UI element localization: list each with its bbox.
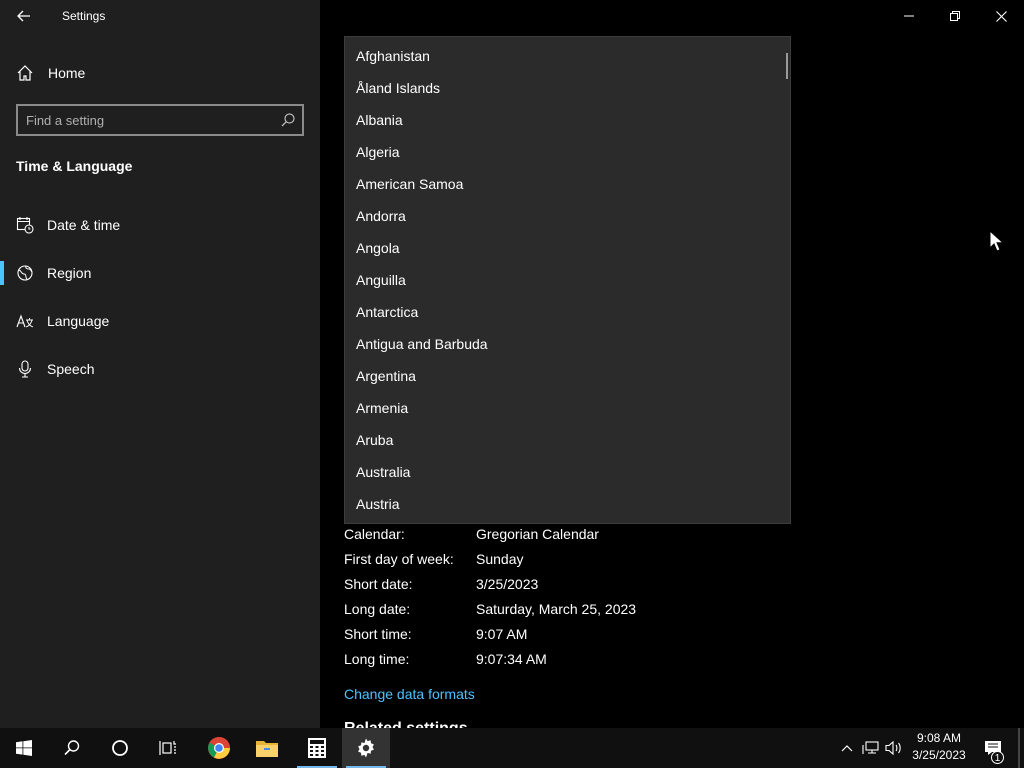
format-value-calendar: Gregorian Calendar (476, 526, 599, 542)
section-title: Time & Language (16, 158, 133, 174)
dropdown-scrollbar-thumb[interactable] (786, 53, 788, 79)
chevron-up-icon (841, 745, 853, 752)
cortana-circle-icon (112, 740, 128, 756)
format-value-short-time: 9:07 AM (476, 626, 528, 642)
format-label-first-day: First day of week: (344, 551, 454, 567)
microphone-icon (18, 360, 32, 378)
sidebar-item-label: Language (47, 313, 110, 329)
sidebar-item-speech[interactable]: Speech (0, 353, 320, 385)
clock-time: 9:08 AM (916, 731, 962, 745)
dropdown-option[interactable]: Antigua and Barbuda (356, 336, 488, 352)
change-data-formats-link[interactable]: Change data formats (344, 686, 475, 702)
folder-icon (256, 741, 278, 757)
dropdown-option[interactable]: Albania (356, 112, 403, 128)
format-value-short-date: 3/25/2023 (476, 576, 539, 592)
minimize-button[interactable] (886, 0, 932, 32)
dropdown-option[interactable]: Åland Islands (356, 80, 440, 96)
format-value-first-day: Sunday (476, 551, 524, 567)
search-input[interactable] (26, 110, 266, 130)
country-dropdown-list[interactable]: Afghanistan Åland Islands Albania Algeri… (344, 36, 791, 524)
sidebar-item-region[interactable]: Region (0, 257, 320, 289)
sidebar-item-label: Region (47, 265, 92, 281)
format-label-short-date: Short date: (344, 576, 413, 592)
close-icon (995, 10, 1007, 22)
dropdown-option[interactable]: Argentina (356, 368, 416, 384)
format-value-long-time: 9:07:34 AM (476, 651, 547, 667)
dropdown-option[interactable]: Australia (356, 464, 410, 480)
search-box[interactable] (16, 104, 304, 136)
show-hidden-icons-button[interactable] (836, 728, 858, 768)
calendar-clock-icon (16, 217, 34, 234)
app-title: Settings (62, 9, 106, 23)
selection-indicator (0, 261, 4, 285)
notification-count-badge: 1 (991, 751, 1004, 764)
taskbar-search-button[interactable] (48, 728, 96, 768)
cortana-button[interactable] (96, 728, 144, 768)
dropdown-option[interactable]: Antarctica (356, 304, 418, 320)
network-icon (862, 741, 879, 754)
sidebar-item-label: Speech (47, 361, 95, 377)
format-label-long-date: Long date: (344, 601, 411, 617)
search-icon[interactable] (280, 112, 296, 128)
taskbar-clock[interactable]: 9:08 AM 3/25/2023 (904, 730, 974, 764)
dropdown-option[interactable]: Anguilla (356, 272, 406, 288)
format-label-long-time: Long time: (344, 651, 410, 667)
taskbar: 9:08 AM 3/25/2023 (0, 728, 1024, 768)
windows-logo-icon (16, 740, 32, 756)
sidebar: Settings Home Time & Language Date & tim… (0, 0, 320, 728)
task-view-button[interactable] (144, 728, 192, 768)
home-icon (17, 65, 33, 81)
close-button[interactable] (978, 0, 1024, 32)
sidebar-item-label: Date & time (47, 217, 121, 233)
globe-icon (17, 265, 33, 281)
calculator-icon (308, 738, 326, 758)
speaker-icon (885, 740, 901, 756)
format-label-short-time: Short time: (344, 626, 412, 642)
minimize-icon (904, 15, 914, 17)
format-value-long-date: Saturday, March 25, 2023 (476, 601, 637, 617)
network-tray-button[interactable] (860, 728, 882, 768)
file-explorer-taskbar-button[interactable] (243, 728, 291, 768)
dropdown-option[interactable]: American Samoa (356, 176, 463, 192)
dropdown-option[interactable]: Aruba (356, 432, 393, 448)
back-button[interactable] (12, 4, 36, 28)
volume-tray-button[interactable] (883, 728, 905, 768)
start-button[interactable] (0, 728, 48, 768)
clock-date: 3/25/2023 (912, 748, 966, 762)
language-icon (16, 314, 34, 328)
gear-icon (358, 738, 374, 758)
calculator-taskbar-button[interactable] (293, 728, 341, 768)
related-settings-heading: Related settings (344, 720, 468, 728)
dropdown-option[interactable]: Austria (356, 496, 400, 512)
search-icon (64, 740, 80, 756)
format-label-calendar: Calendar: (344, 526, 405, 542)
task-view-icon (159, 741, 176, 755)
restore-button[interactable] (932, 0, 978, 32)
dropdown-option[interactable]: Algeria (356, 144, 400, 160)
show-desktop-button[interactable] (1018, 728, 1020, 768)
sidebar-item-date-time[interactable]: Date & time (0, 209, 320, 241)
restore-icon (950, 11, 960, 21)
sidebar-item-language[interactable]: Language (0, 305, 320, 337)
dropdown-option[interactable]: Andorra (356, 208, 406, 224)
nav-home-label: Home (48, 65, 86, 81)
back-arrow-icon (17, 10, 30, 22)
mouse-cursor-icon (989, 230, 1003, 252)
chrome-taskbar-button[interactable] (195, 728, 243, 768)
nav-home[interactable]: Home (0, 58, 320, 88)
settings-taskbar-button[interactable] (342, 728, 390, 768)
chrome-icon (208, 737, 230, 759)
dropdown-option[interactable]: Afghanistan (356, 48, 430, 64)
dropdown-option[interactable]: Angola (356, 240, 400, 256)
dropdown-option[interactable]: Armenia (356, 400, 408, 416)
